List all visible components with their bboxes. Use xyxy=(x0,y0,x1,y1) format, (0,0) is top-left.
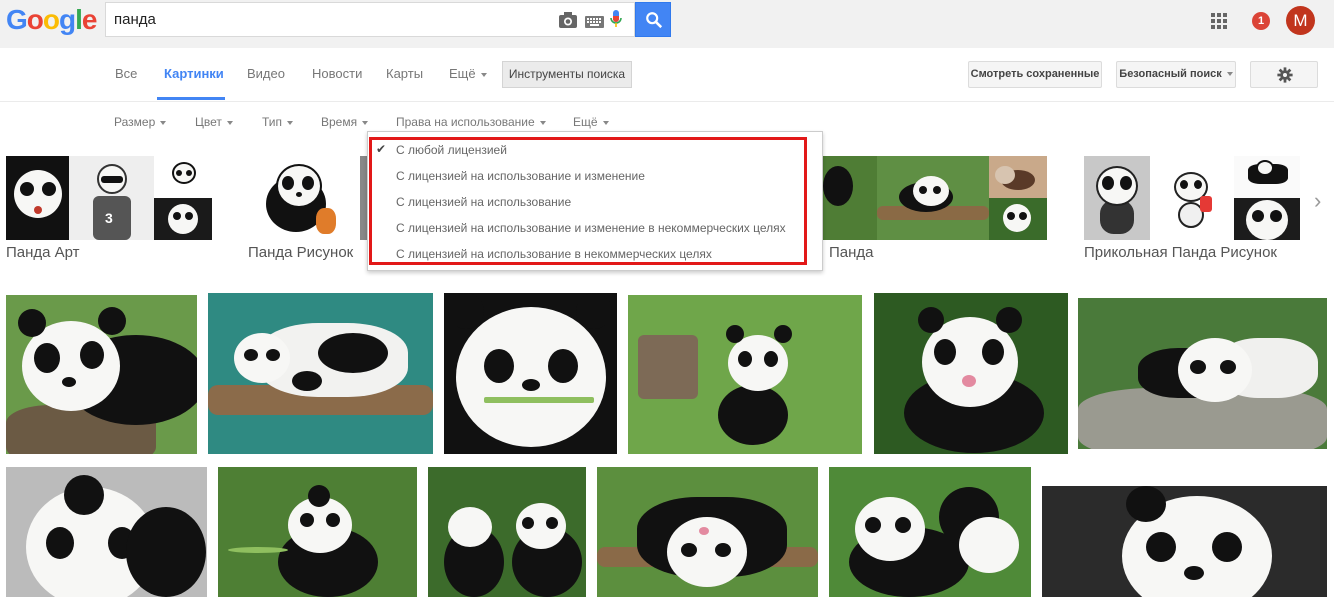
image-result[interactable] xyxy=(597,467,818,597)
image-result[interactable] xyxy=(208,293,433,454)
image-result[interactable] xyxy=(444,293,617,454)
filter-color[interactable]: Цвет xyxy=(195,115,233,129)
filter-label: Ещё xyxy=(573,115,598,129)
avatar[interactable]: M xyxy=(1286,6,1315,35)
logo-letter: G xyxy=(6,4,28,35)
related-thumb[interactable] xyxy=(1234,156,1300,198)
image-result[interactable] xyxy=(6,295,197,454)
filter-usage-rights[interactable]: Права на использование xyxy=(396,115,546,129)
related-thumb[interactable] xyxy=(154,198,212,240)
filter-label: Тип xyxy=(262,115,283,129)
related-thumb[interactable] xyxy=(248,156,360,240)
safesearch-label: Безопасный поиск xyxy=(1119,68,1222,80)
related-thumb[interactable] xyxy=(6,156,69,240)
google-logo[interactable]: Google xyxy=(6,4,98,36)
camera-icon[interactable] xyxy=(558,11,578,29)
filter-label: Время xyxy=(321,115,358,129)
related-label[interactable]: Панда xyxy=(829,244,874,261)
search-tools-button[interactable]: Инструменты поиска xyxy=(502,61,632,88)
logo-letter: g xyxy=(59,4,76,35)
logo-letter: o xyxy=(42,4,60,35)
settings-button[interactable] xyxy=(1250,61,1318,88)
top-bar: Google 1 M xyxy=(0,0,1334,48)
license-option[interactable]: С лицензией на использование в некоммерч… xyxy=(396,247,712,261)
notifications-badge[interactable]: 1 xyxy=(1252,12,1270,30)
image-result[interactable] xyxy=(428,467,586,597)
related-thumb[interactable] xyxy=(1234,198,1300,240)
filter-label: Размер xyxy=(114,115,156,129)
image-result[interactable] xyxy=(628,295,862,454)
chevron-down-icon xyxy=(287,120,294,125)
logo-letter: l xyxy=(75,4,83,35)
search-button[interactable] xyxy=(635,2,671,37)
logo-letter: o xyxy=(26,4,44,35)
license-option[interactable]: С лицензией на использование xyxy=(396,195,571,209)
active-tab-indicator xyxy=(157,97,225,100)
chevron-down-icon xyxy=(160,120,167,125)
related-thumb[interactable]: 3 xyxy=(69,156,154,240)
related-label[interactable]: Прикольная Панда Рисунок xyxy=(1084,244,1277,261)
filter-label: Права на использование xyxy=(396,115,535,129)
tab-images[interactable]: Картинки xyxy=(164,66,224,81)
related-label[interactable]: Панда Арт xyxy=(6,244,80,261)
gear-icon xyxy=(1277,67,1293,83)
usage-rights-dropdown: ✔ С любой лицензией С лицензией на испол… xyxy=(367,131,823,271)
chevron-down-icon xyxy=(480,72,487,77)
keyboard-icon[interactable] xyxy=(585,13,605,31)
license-option[interactable]: С лицензией на использование и изменение xyxy=(396,169,645,183)
view-saved-button[interactable]: Смотреть сохраненные xyxy=(968,61,1102,88)
image-result[interactable] xyxy=(6,467,207,597)
image-result[interactable] xyxy=(1078,298,1327,449)
image-result[interactable] xyxy=(218,467,417,597)
search-tabs-row: Все Картинки Видео Новости Карты Ещё Инс… xyxy=(0,48,1334,102)
license-option[interactable]: С любой лицензией xyxy=(396,143,507,157)
apps-grid-icon[interactable] xyxy=(1211,13,1227,29)
tab-all[interactable]: Все xyxy=(115,66,137,81)
related-thumb[interactable] xyxy=(1150,156,1234,240)
image-result[interactable] xyxy=(1042,486,1327,597)
filter-type[interactable]: Тип xyxy=(262,115,294,129)
checkmark-icon: ✔ xyxy=(376,142,387,156)
related-thumb[interactable] xyxy=(823,156,877,240)
image-result[interactable] xyxy=(829,467,1031,597)
chevron-down-icon xyxy=(602,120,609,125)
search-input[interactable] xyxy=(114,3,544,36)
filter-time[interactable]: Время xyxy=(321,115,369,129)
chevron-right-icon[interactable]: › xyxy=(1314,188,1321,214)
tab-maps[interactable]: Карты xyxy=(386,66,423,81)
chevron-down-icon xyxy=(539,120,546,125)
related-thumb[interactable] xyxy=(989,198,1047,240)
filter-size[interactable]: Размер xyxy=(114,115,167,129)
related-thumb[interactable] xyxy=(1084,156,1150,240)
chevron-down-icon xyxy=(226,120,233,125)
tab-more[interactable]: Ещё xyxy=(449,66,487,81)
tab-video[interactable]: Видео xyxy=(247,66,285,81)
filter-more[interactable]: Ещё xyxy=(573,115,609,129)
magnifier-icon xyxy=(646,12,663,29)
safesearch-button[interactable]: Безопасный поиск xyxy=(1116,61,1236,88)
related-label[interactable]: Панда Рисунок xyxy=(248,244,353,261)
related-thumb[interactable] xyxy=(877,156,989,240)
filter-label: Цвет xyxy=(195,115,222,129)
image-result[interactable] xyxy=(874,293,1068,454)
logo-letter: e xyxy=(81,4,98,35)
related-thumb[interactable] xyxy=(154,156,212,198)
chevron-down-icon xyxy=(362,120,369,125)
related-thumb[interactable] xyxy=(989,156,1047,198)
tab-more-label: Ещё xyxy=(449,66,476,81)
search-box xyxy=(105,2,635,37)
digit-3-graphic: 3 xyxy=(105,210,113,226)
tab-news[interactable]: Новости xyxy=(312,66,362,81)
chevron-down-icon xyxy=(1226,72,1233,77)
license-option[interactable]: С лицензией на использование и изменение… xyxy=(396,221,786,235)
microphone-icon[interactable] xyxy=(609,9,623,31)
